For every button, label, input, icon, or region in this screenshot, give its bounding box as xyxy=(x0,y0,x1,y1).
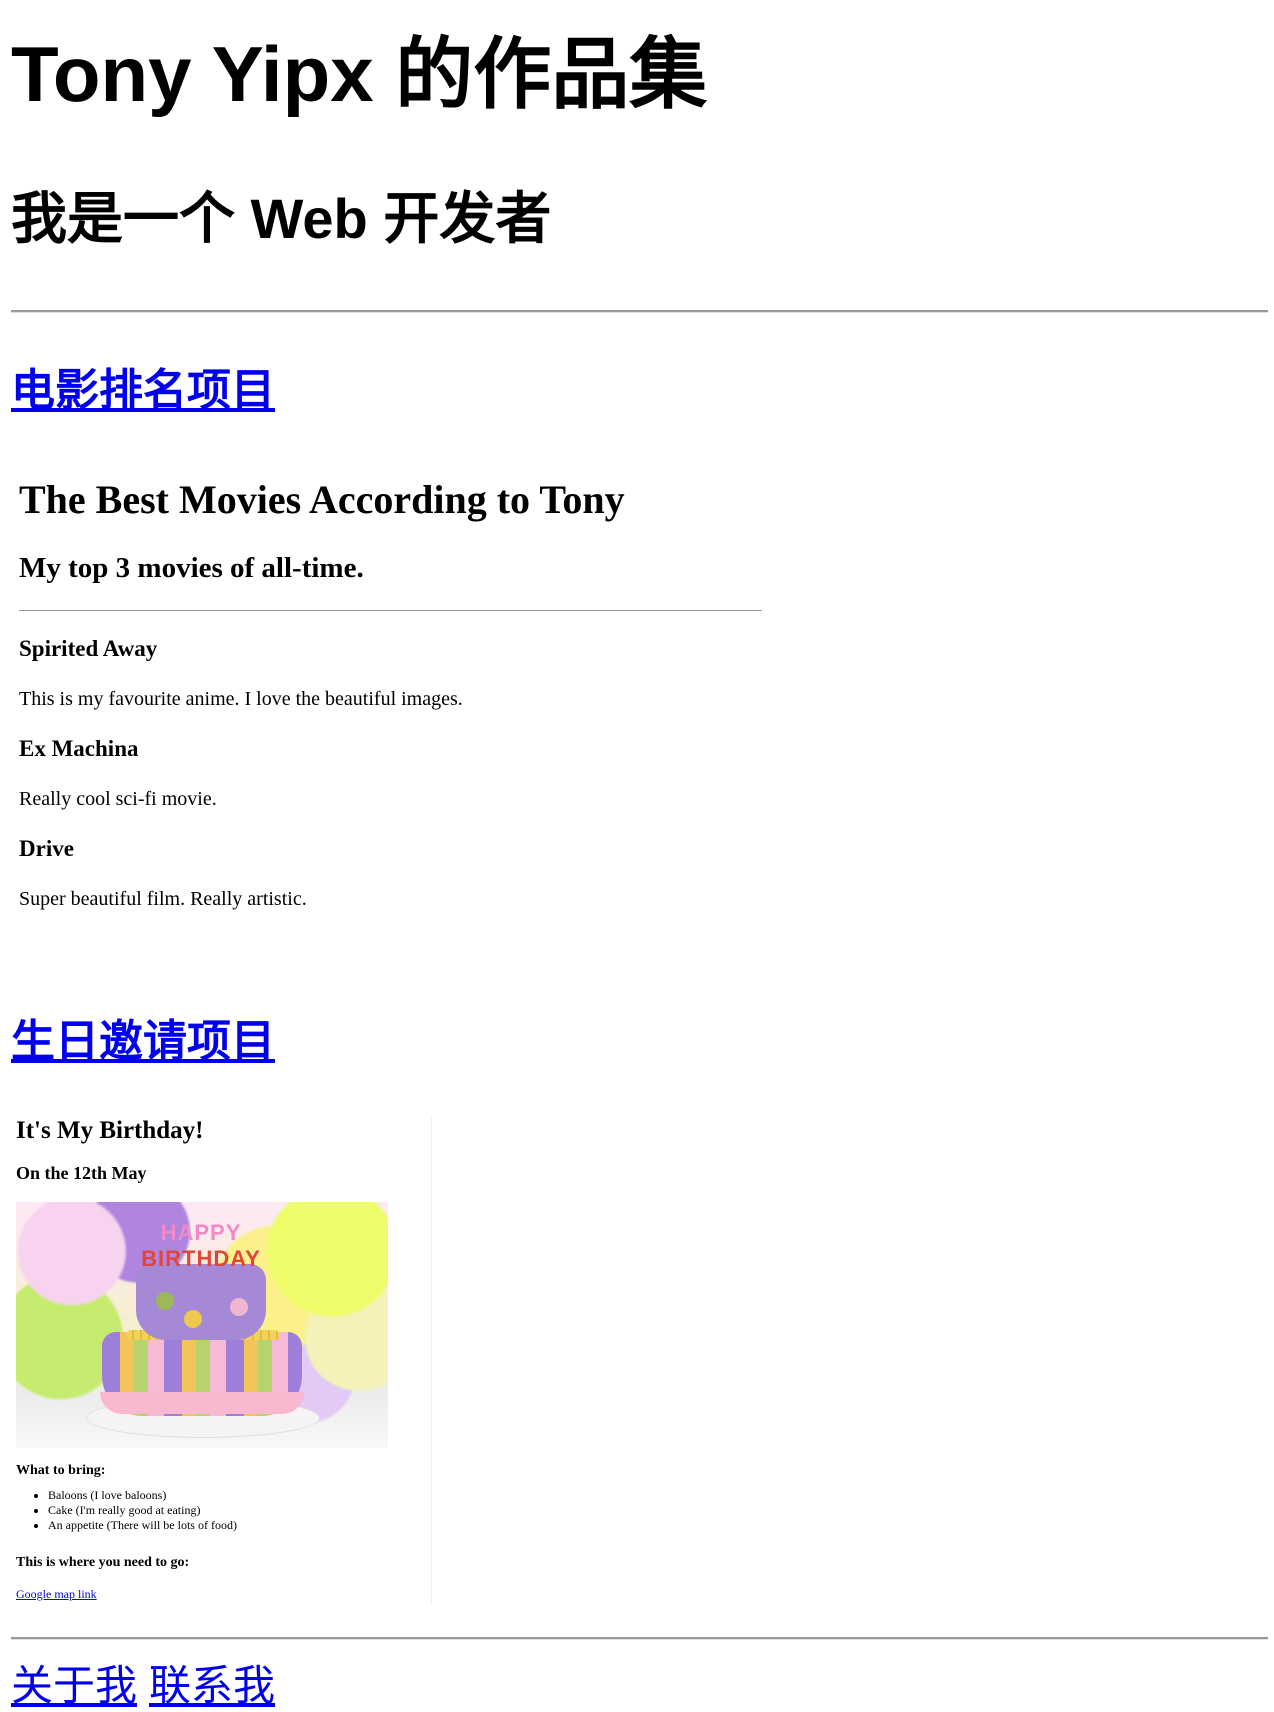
page-title: Tony Yipx 的作品集 xyxy=(11,30,708,118)
bring-heading: What to bring: xyxy=(16,1463,106,1478)
cake-candle-text: HAPPY xyxy=(160,1220,242,1245)
list-item: Baloons (I love baloons) xyxy=(48,1488,237,1503)
list-item: An appetite (There will be lots of food) xyxy=(48,1518,237,1533)
movie-description: This is my favourite anime. I love the b… xyxy=(19,688,463,710)
birthday-title: It's My Birthday! xyxy=(16,1117,204,1144)
movie-title: Spirited Away xyxy=(19,636,158,661)
birthday-cake-image: HAPPY BIRTHDAY xyxy=(16,1202,388,1448)
movie-description: Super beautiful film. Really artistic. xyxy=(19,888,307,910)
movie-ranking-project-link[interactable]: 电影排名项目 xyxy=(11,364,275,418)
movie-title: Ex Machina xyxy=(19,736,139,761)
where-heading: This is where you need to go: xyxy=(16,1555,190,1570)
page-subtitle: 我是一个 Web 开发者 xyxy=(11,187,552,250)
cake-candle-text: BIRTHDAY xyxy=(141,1246,261,1271)
birthday-date: On the 12th May xyxy=(16,1163,147,1183)
google-map-link[interactable]: Google map link xyxy=(16,1587,97,1602)
footer-links: 关于我 联系我 xyxy=(11,1660,287,1712)
movie-title: Drive xyxy=(19,836,74,861)
divider xyxy=(11,310,1268,313)
bring-list: Baloons (I love baloons) Cake (I'm reall… xyxy=(0,1488,237,1533)
birthday-invite-project-link[interactable]: 生日邀请项目 xyxy=(11,1015,275,1069)
list-item: Cake (I'm really good at eating) xyxy=(48,1503,237,1518)
movie-description: Really cool sci-fi movie. xyxy=(19,788,217,810)
movies-title: The Best Movies According to Tony xyxy=(19,477,625,522)
movies-divider xyxy=(19,610,762,611)
about-me-link[interactable]: 关于我 xyxy=(11,1661,137,1710)
movies-subtitle: My top 3 movies of all-time. xyxy=(19,552,364,584)
contact-me-link[interactable]: 联系我 xyxy=(149,1661,275,1710)
footer-divider xyxy=(11,1637,1268,1640)
